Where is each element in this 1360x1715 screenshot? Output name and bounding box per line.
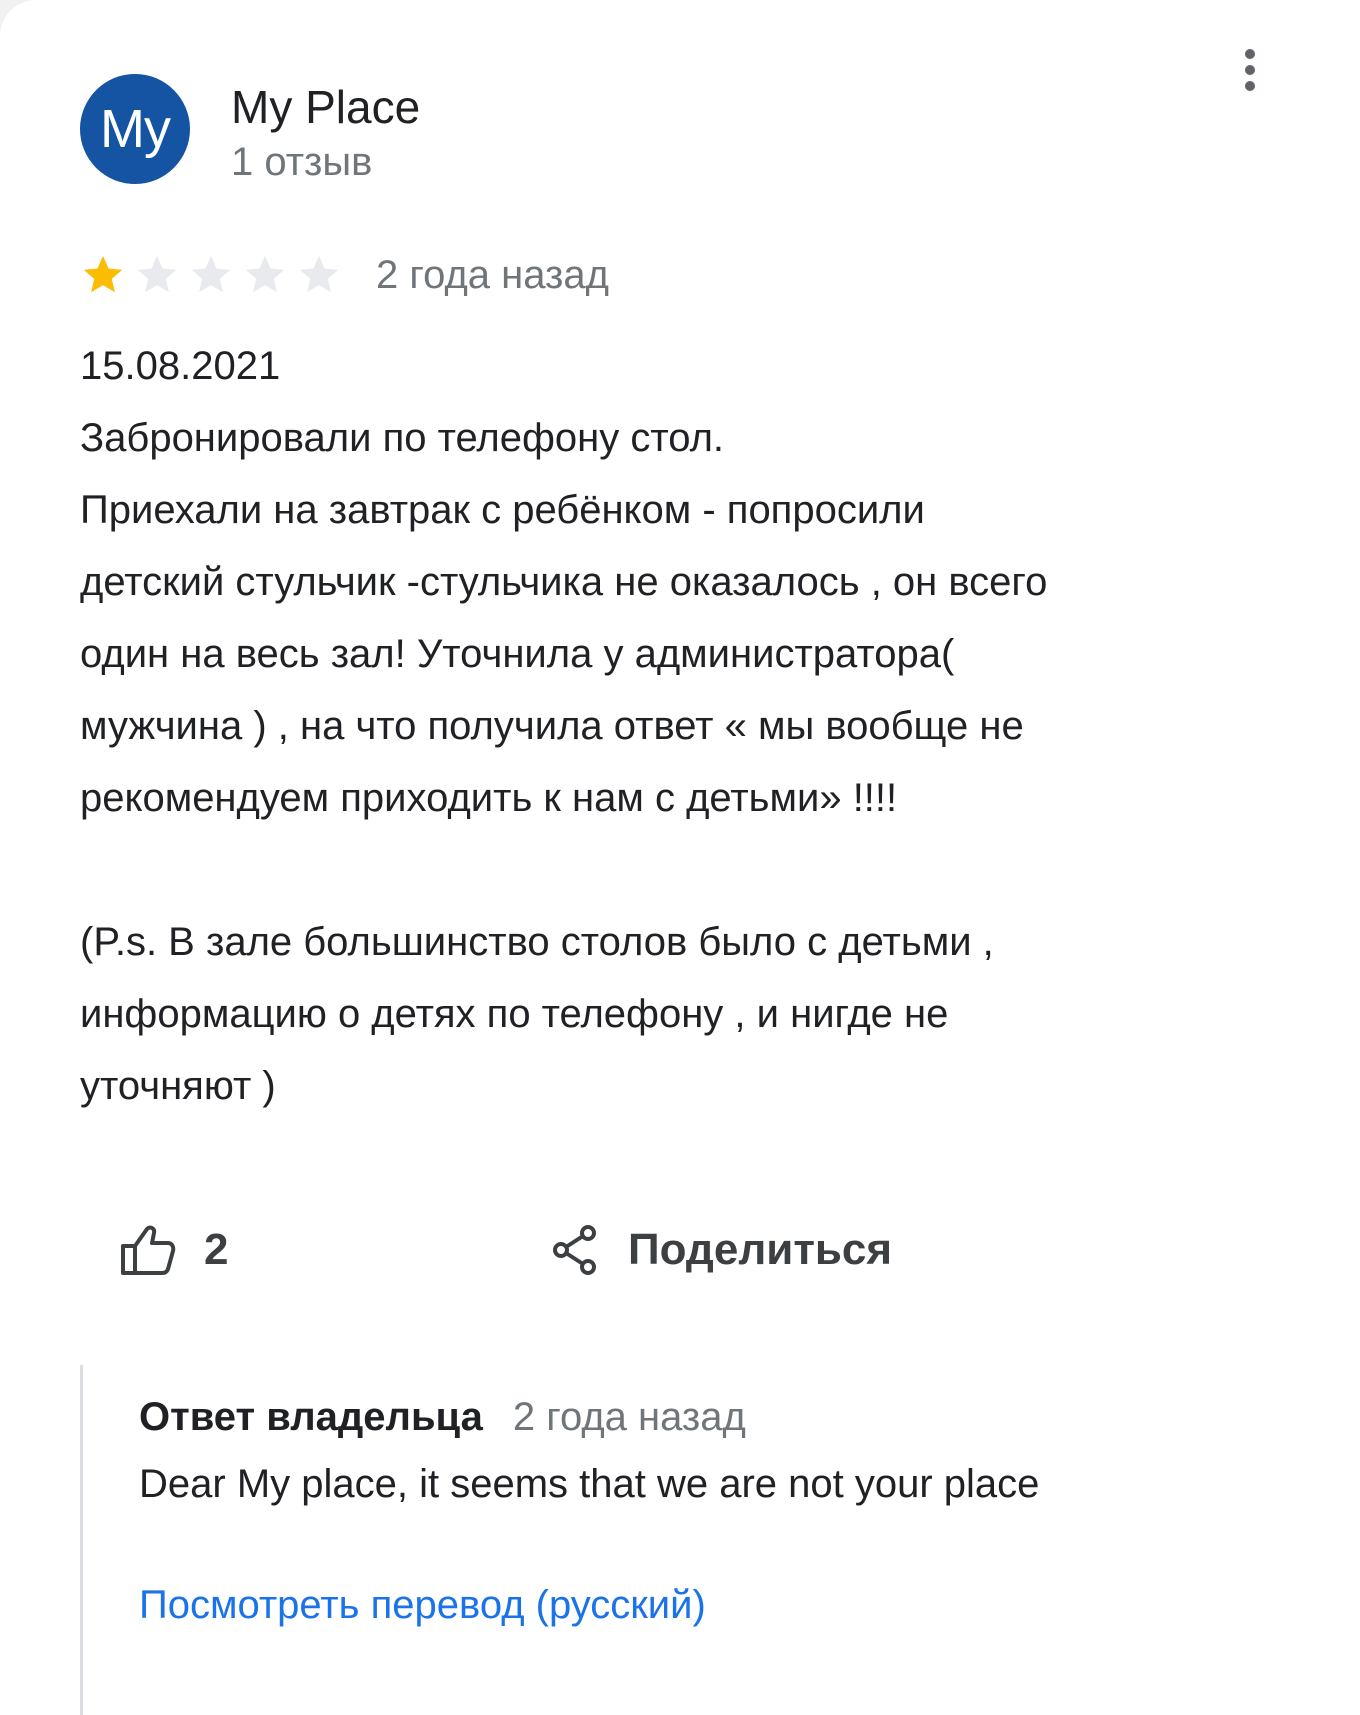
share-icon: [553, 1225, 596, 1275]
star-rating: [80, 252, 350, 298]
translate-link[interactable]: Посмотреть перевод (русский): [139, 1583, 706, 1628]
review-card: My My Place 1 отзыв 2 года назад 15.08.2…: [0, 0, 1360, 1715]
more-vert-icon: [1245, 49, 1255, 91]
share-button[interactable]: Поделиться: [552, 1215, 892, 1285]
star-empty-icon: [137, 255, 177, 293]
more-options-button[interactable]: [1230, 40, 1270, 100]
owner-response-header: Ответ владельца 2 года назад: [139, 1395, 746, 1440]
star-empty-icon: [299, 255, 339, 293]
star-empty-icon: [245, 255, 285, 293]
review-actions: 2 Поделиться: [120, 1215, 1220, 1285]
share-label: Поделиться: [628, 1225, 893, 1274]
star-filled-icon: [83, 255, 123, 293]
like-button[interactable]: 2: [120, 1215, 228, 1285]
owner-response-title: Ответ владельца: [139, 1395, 483, 1439]
review-header: My My Place 1 отзыв: [80, 72, 1280, 192]
review-time: 2 года назад: [376, 252, 609, 297]
author-review-count: 1 отзыв: [231, 140, 373, 184]
owner-response: Ответ владельца 2 года назад Dear My pla…: [80, 1365, 1283, 1715]
like-count: 2: [204, 1225, 229, 1274]
thumbs-up-icon: [121, 1225, 176, 1275]
star-empty-icon: [191, 255, 231, 293]
review-text: 15.08.2021 Забронировали по телефону сто…: [80, 344, 1048, 1108]
owner-response-time: 2 года назад: [512, 1395, 746, 1439]
author-name[interactable]: My Place: [231, 80, 420, 134]
avatar[interactable]: My: [80, 74, 190, 184]
owner-response-text: Dear My place, it seems that we are not …: [139, 1462, 1040, 1506]
rating-row: 2 года назад: [80, 245, 609, 305]
